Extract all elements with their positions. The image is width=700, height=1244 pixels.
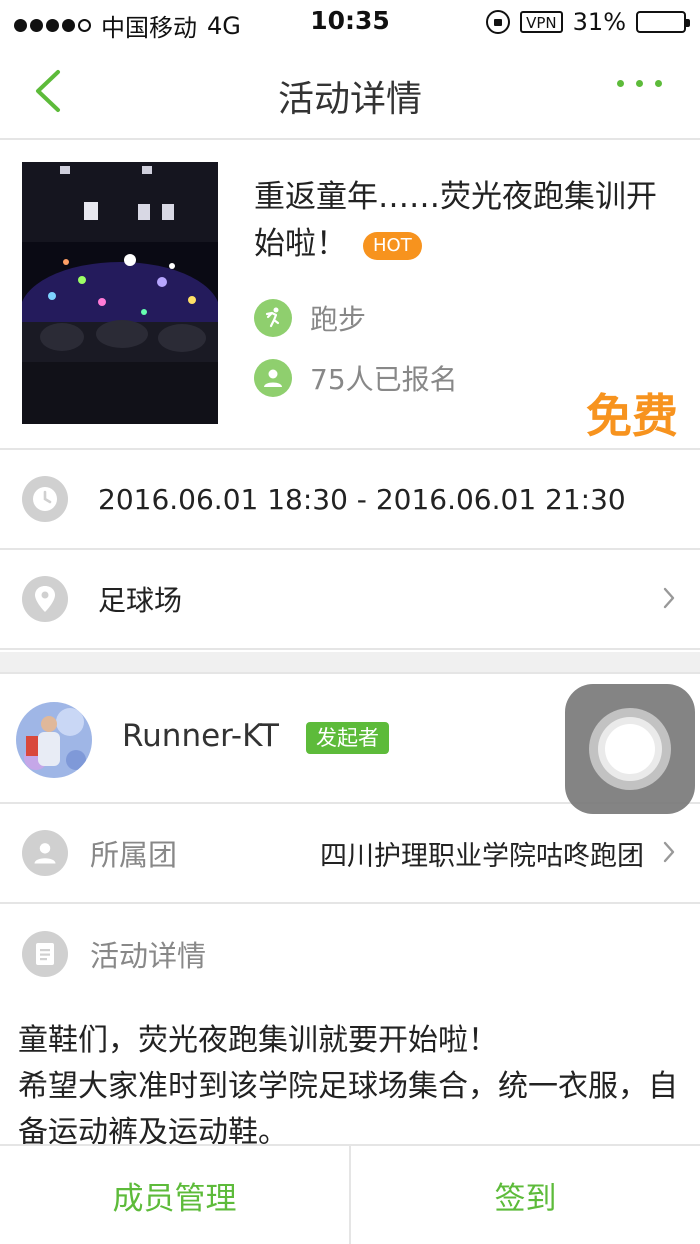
more-dots-icon (617, 80, 624, 87)
chevron-right-icon (663, 841, 675, 863)
description-line-2: 希望大家准时到该学院足球场集合，统一衣服，自备运动裤及运动鞋。 (18, 1069, 678, 1144)
page-title: 活动详情 (277, 79, 422, 120)
location-pin-icon (22, 576, 68, 622)
details-header: 活动详情 (0, 904, 700, 1004)
activity-title-text: 重返童年……荧光夜跑集训开始啦！ (254, 179, 657, 262)
location-name: 足球场 (98, 584, 183, 617)
time-row: 2016.06.01 18:30 - 2016.06.01 21:30 (0, 450, 700, 550)
clock-icon (22, 476, 68, 522)
nav-bar: 活动详情 (0, 44, 700, 140)
document-icon (22, 931, 68, 977)
time-range: 2016.06.01 18:30 - 2016.06.01 21:30 (98, 482, 626, 516)
more-button[interactable] (617, 80, 662, 87)
description-line-1: 童鞋们，荧光夜跑集训就要开始啦！ (18, 1023, 498, 1058)
organizer-badge: 发起者 (306, 722, 389, 754)
assistive-touch-button[interactable] (565, 684, 695, 814)
activity-signups: 75人已报名 (254, 358, 458, 398)
person-icon (22, 830, 68, 876)
details-label: 活动详情 (90, 939, 207, 973)
club-name: 四川护理职业学院咕咚跑团 (320, 840, 644, 872)
hot-badge: HOT (363, 231, 422, 260)
organizer-name: Runner-KT (122, 718, 279, 754)
description-text: 童鞋们，荧光夜跑集训就要开始啦！ 希望大家准时到该学院足球场集合，统一衣服，自备… (18, 1018, 688, 1144)
activity-summary: 重返童年……荧光夜跑集训开始啦！ HOT 跑步 75人已报名 免费 (0, 140, 700, 450)
price-label: 免费 (586, 389, 678, 443)
location-row[interactable]: 足球场 (0, 550, 700, 650)
activity-title: 重返童年……荧光夜跑集训开始啦！ HOT (254, 174, 684, 268)
running-icon (254, 299, 292, 337)
bottom-action-bar: 成员管理 签到 (0, 1144, 700, 1244)
battery-icon (636, 11, 690, 33)
club-row[interactable]: 所属团 四川护理职业学院咕咚跑团 (0, 804, 700, 904)
member-management-button[interactable]: 成员管理 (0, 1146, 351, 1244)
check-in-button[interactable]: 签到 (351, 1146, 700, 1244)
vpn-indicator: VPN (520, 11, 563, 33)
category-label: 跑步 (310, 303, 367, 336)
section-divider (0, 652, 700, 674)
person-icon (254, 359, 292, 397)
description-area: 童鞋们，荧光夜跑集训就要开始啦！ 希望大家准时到该学院足球场集合，统一衣服，自备… (0, 1000, 700, 1144)
status-bar: 中国移动 4G 10:35 VPN 31% (0, 0, 700, 44)
signup-count: 75人已报名 (310, 363, 458, 396)
battery-percent: 31% (572, 8, 626, 36)
activity-category: 跑步 (254, 298, 366, 338)
activity-photo[interactable] (22, 162, 218, 424)
orientation-lock-icon (486, 10, 511, 34)
club-label: 所属团 (90, 838, 178, 872)
chevron-right-icon (663, 587, 675, 609)
avatar[interactable] (16, 702, 92, 778)
